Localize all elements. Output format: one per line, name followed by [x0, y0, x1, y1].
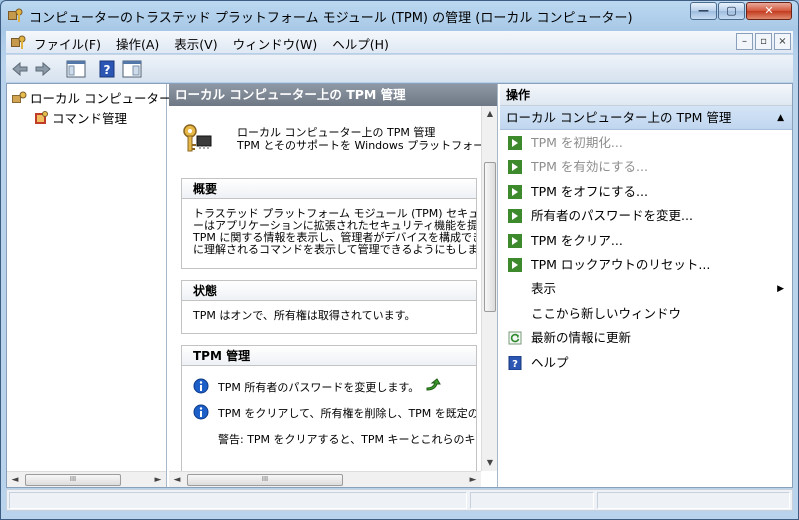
tree-horizontal-scrollbar[interactable]: ◄ III ►: [7, 471, 166, 487]
tree-item-local-computer[interactable]: ローカル コンピューター上: [11, 88, 184, 106]
status-cell: [597, 492, 790, 509]
back-arrow-icon[interactable]: [10, 59, 30, 79]
overview-title: 概要: [182, 179, 476, 199]
submenu-arrow-icon: ▶: [777, 284, 784, 295]
clear-tpm-text[interactable]: TPM をクリアして、所有権を削除し、TPM を既定の設: [218, 405, 476, 421]
action-arrow-icon: [508, 136, 522, 150]
overview-line: に理解されるコマンドを表示して管理できるようにもします。: [193, 243, 477, 256]
action-arrow-icon: [508, 209, 522, 224]
change-password-link-row[interactable]: TPM 所有者のパスワードを変更します。: [190, 376, 468, 402]
action-arrow-icon: [508, 257, 522, 272]
action-new-window[interactable]: ここから新しいウィンドウ: [500, 302, 792, 326]
action-reset-lockout[interactable]: TPM ロックアウトのリセット...: [500, 253, 792, 277]
svg-text:?: ?: [104, 63, 111, 77]
actions-pane: 操作 ローカル コンピューター上の TPM 管理 ▲ TPM を初期化... T…: [500, 84, 792, 487]
computer-key-icon: [12, 91, 27, 103]
center-horizontal-scrollbar[interactable]: ◄ III ►: [169, 471, 481, 487]
green-arrow-icon[interactable]: [425, 378, 441, 392]
tpm-management-box: TPM 管理 TPM 所有者のパスワードを変更します。 TPM をクリアして、所…: [181, 345, 477, 471]
action-arrow-icon: [508, 160, 522, 175]
scroll-thumb[interactable]: III: [187, 474, 343, 486]
scroll-down-button[interactable]: ▼: [482, 455, 497, 471]
tpm-chip-key-icon: [183, 124, 212, 152]
action-arrow-icon: [508, 233, 522, 248]
svg-text:?: ?: [512, 359, 518, 370]
refresh-icon: [508, 331, 522, 345]
clear-tpm-row[interactable]: TPM をクリアして、所有権を削除し、TPM を既定の設: [190, 402, 476, 428]
menu-bar: ファイル(F) 操作(A) 表示(V) ウィンドウ(W) ヘルプ(H) – ▫ …: [6, 31, 793, 53]
status-title: 状態: [182, 281, 476, 301]
toolbar: ?: [6, 54, 793, 82]
mdi-restore-button[interactable]: ▫: [755, 33, 772, 50]
title-bar[interactable]: コンピューターのトラステッド プラットフォーム モジュール (TPM) の管理 …: [1, 1, 798, 31]
scroll-right-button[interactable]: ►: [150, 472, 166, 488]
clear-warning-text: 警告: TPM をクリアすると、TPM キーとこれらのキーで保: [218, 433, 476, 446]
overview-box: 概要 トラステッド プラットフォーム モジュール (TPM) セキュリティ ハー…: [181, 178, 477, 269]
tpm-app-icon: [8, 8, 23, 22]
menu-help[interactable]: ヘルプ(H): [332, 34, 389, 53]
actions-section-header[interactable]: ローカル コンピューター上の TPM 管理 ▲: [500, 106, 792, 130]
help-icon: ?: [508, 355, 522, 370]
action-refresh[interactable]: 最新の情報に更新: [500, 326, 792, 350]
system-menu-icon[interactable]: [10, 34, 26, 50]
help-icon[interactable]: ?: [97, 59, 117, 79]
minimize-button[interactable]: —: [690, 2, 717, 20]
action-turn-off-tpm[interactable]: TPM をオフにする...: [500, 180, 792, 204]
status-text: TPM はオンで、所有権は取得されています。: [193, 309, 416, 322]
status-cell: [470, 492, 594, 509]
action-change-owner-password[interactable]: 所有者のパスワードを変更...: [500, 204, 792, 228]
action-pane-icon[interactable]: [122, 59, 142, 79]
console-tree: ローカル コンピューター上 コマンド管理 ◄ III ►: [7, 84, 184, 487]
intro-description: TPM とそのサポートを Windows プラットフォームで構: [237, 139, 498, 152]
menu-action[interactable]: 操作(A): [116, 34, 159, 53]
status-bar: [6, 489, 793, 511]
scroll-right-button[interactable]: ►: [465, 472, 481, 487]
collapse-arrow-icon[interactable]: ▲: [777, 106, 784, 130]
console-tree-icon[interactable]: [66, 59, 86, 79]
menu-view[interactable]: 表示(V): [174, 34, 217, 53]
command-key-icon: [35, 110, 48, 124]
tpm-management-pane: ローカル コンピューター上の TPM 管理 ローカル コンピューター上の TPM…: [169, 84, 498, 487]
mmc-window: コンピューターのトラステッド プラットフォーム モジュール (TPM) の管理 …: [0, 0, 799, 520]
action-initialize-tpm[interactable]: TPM を初期化...: [500, 131, 792, 155]
mdi-minimize-button[interactable]: –: [736, 33, 753, 50]
scroll-up-button[interactable]: ▲: [482, 106, 497, 122]
scroll-thumb[interactable]: III: [25, 474, 121, 486]
center-vertical-scrollbar[interactable]: ▲ ▼: [481, 106, 497, 471]
info-icon: [193, 378, 209, 394]
scroll-left-button[interactable]: ◄: [169, 472, 185, 487]
close-button[interactable]: ✕: [746, 2, 792, 20]
actions-header: 操作: [500, 84, 792, 106]
scroll-thumb[interactable]: [484, 162, 496, 312]
action-arrow-icon: [508, 184, 522, 199]
action-enable-tpm[interactable]: TPM を有効にする...: [500, 155, 792, 179]
window-title: コンピューターのトラステッド プラットフォーム モジュール (TPM) の管理 …: [29, 11, 633, 26]
intro-title: ローカル コンピューター上の TPM 管理: [237, 126, 436, 139]
action-clear-tpm[interactable]: TPM をクリア...: [500, 229, 792, 253]
info-icon: [193, 404, 209, 420]
tree-item-command-management[interactable]: コマンド管理: [33, 108, 127, 126]
main-content: ローカル コンピューター上 コマンド管理 ◄ III ► ローカル コンピュータ…: [6, 83, 793, 488]
tpm-management-title: TPM 管理: [182, 346, 476, 366]
action-help[interactable]: ? ヘルプ: [500, 351, 792, 375]
menu-window[interactable]: ウィンドウ(W): [233, 34, 318, 53]
status-box: 状態 TPM はオンで、所有権は取得されています。: [181, 280, 477, 334]
maximize-button[interactable]: ▢: [718, 2, 745, 20]
scroll-left-button[interactable]: ◄: [7, 472, 23, 488]
change-password-text[interactable]: TPM 所有者のパスワードを変更します。: [218, 379, 419, 395]
action-view-menu[interactable]: 表示 ▶: [500, 277, 792, 301]
mdi-close-button[interactable]: ×: [774, 33, 791, 50]
forward-arrow-icon[interactable]: [33, 59, 53, 79]
menu-file[interactable]: ファイル(F): [34, 34, 101, 53]
status-cell: [9, 492, 467, 509]
pane-header: ローカル コンピューター上の TPM 管理: [169, 84, 497, 106]
